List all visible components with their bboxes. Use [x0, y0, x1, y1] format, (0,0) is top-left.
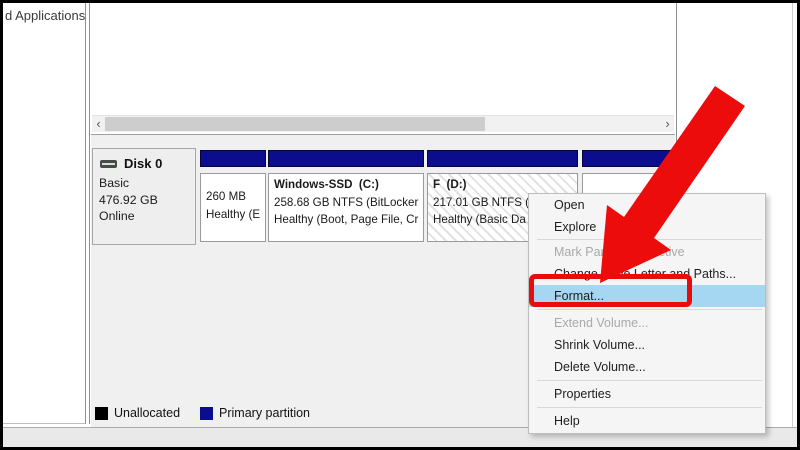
primary-partition-swatch — [200, 407, 213, 420]
partition-bar — [427, 150, 578, 167]
horizontal-scrollbar[interactable]: ‹ › — [92, 115, 674, 132]
partition-size: 258.68 GB NTFS (BitLocker — [274, 194, 423, 212]
partition-bar — [582, 150, 674, 167]
menu-separator — [537, 309, 762, 310]
menu-separator — [537, 380, 762, 381]
menu-item-shrink-volume[interactable]: Shrink Volume... — [529, 334, 765, 356]
partition-bar — [268, 150, 424, 167]
menu-item-extend-volume: Extend Volume... — [529, 312, 765, 334]
menu-item-properties[interactable]: Properties — [529, 383, 765, 405]
menu-separator — [537, 407, 762, 408]
disk-type: Basic — [99, 175, 195, 192]
volume-list-panel: ‹ › — [91, 3, 675, 135]
menu-item-open[interactable]: Open — [529, 194, 765, 216]
menu-item-explore[interactable]: Explore — [529, 216, 765, 238]
scroll-left-icon[interactable]: ‹ — [92, 116, 105, 132]
pane-divider — [89, 3, 90, 424]
partition-name: Windows-SSD (C:) — [274, 176, 423, 194]
partition-status: Healthy (E — [206, 206, 265, 224]
disk-drive-icon — [100, 160, 117, 168]
disk-management-screenshot: d Applications ‹ › Disk 0 Basic 476.92 G… — [0, 0, 800, 450]
partition-efi[interactable]: 260 MB Healthy (E — [200, 150, 266, 245]
menu-separator — [537, 239, 762, 240]
partition-status: Healthy (Boot, Page File, Cr — [274, 211, 423, 229]
legend: Unallocated Primary partition — [95, 406, 310, 420]
menu-item-delete-volume[interactable]: Delete Volume... — [529, 356, 765, 378]
legend-unallocated-label: Unallocated — [114, 406, 180, 420]
scrollbar-thumb[interactable] — [105, 117, 485, 131]
disk0-header[interactable]: Disk 0 Basic 476.92 GB Online — [92, 148, 196, 245]
partition-name: F (D:) — [433, 176, 577, 194]
menu-item-help[interactable]: Help — [529, 410, 765, 432]
scroll-right-icon[interactable]: › — [661, 116, 674, 132]
menu-item-format[interactable]: Format... — [529, 285, 765, 307]
partition-context-menu: Open Explore Mark Partition as Active Ch… — [528, 193, 766, 434]
legend-primary-label: Primary partition — [219, 406, 310, 420]
disk-title: Disk 0 — [124, 156, 162, 171]
disk-size: 476.92 GB — [99, 192, 195, 209]
unallocated-swatch — [95, 407, 108, 420]
menu-item-mark-partition-active: Mark Partition as Active — [529, 241, 765, 263]
console-tree-panel: d Applications — [3, 3, 86, 424]
disk-status: Online — [99, 208, 195, 225]
tree-item-applications[interactable]: d Applications — [5, 8, 85, 23]
partition-c[interactable]: Windows-SSD (C:) 258.68 GB NTFS (BitLock… — [268, 150, 424, 245]
menu-item-change-drive-letter[interactable]: Change Drive Letter and Paths... — [529, 263, 765, 285]
partition-size: 260 MB — [206, 188, 265, 206]
partition-bar — [200, 150, 266, 167]
